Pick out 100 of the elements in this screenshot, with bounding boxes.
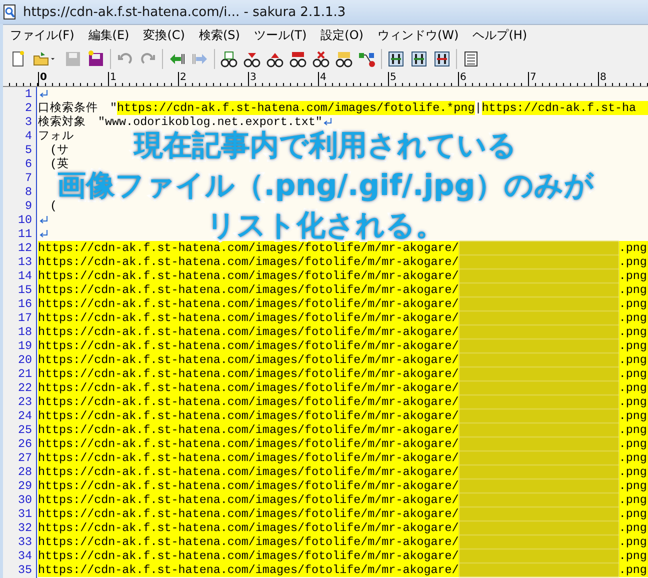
line-number: 21 xyxy=(16,367,33,381)
search-match: https://cdn-ak.f.st-ha xyxy=(482,101,648,115)
line-number: 20 xyxy=(16,353,33,367)
code-text: ( xyxy=(49,199,58,213)
settings-icon[interactable] xyxy=(410,50,428,68)
open-folder-icon[interactable] xyxy=(32,50,50,68)
search-match: https://cdn-ak.f.st-hatena.com/images/fotolife/m/mr-akogare/ xyxy=(38,493,459,507)
search-match: https://cdn-ak.f.st-hatena.com/images/fotolife/m/mr-akogare/ xyxy=(38,381,459,395)
caption-text: 画像ファイル（.png/.gif/.jpg）のみが xyxy=(56,171,594,199)
line-number: 34 xyxy=(16,549,33,563)
ruler-number: 4 xyxy=(318,72,388,86)
line-number: 28 xyxy=(16,465,33,479)
search-match: .png xyxy=(618,437,648,451)
search-match: https://cdn-ak.f.st-hatena.com/images/fotolife/m/mr-akogare/ xyxy=(38,339,459,353)
line-number: 3 xyxy=(24,115,33,129)
line-number: 16 xyxy=(16,297,33,311)
line-number: 4 xyxy=(24,129,33,143)
ruler-number: 0 xyxy=(38,72,108,86)
menu-item[interactable]: 変換(C) xyxy=(136,27,192,44)
search-match: https://cdn-ak.f.st-hatena.com/images/fotolife/m/mr-akogare/ xyxy=(38,241,459,255)
menu-item[interactable]: 検索(S) xyxy=(192,27,247,44)
search-match: https://cdn-ak.f.st-hatena.com/images/fotolife/m/mr-akogare/ xyxy=(38,367,459,381)
search-match: https://cdn-ak.f.st-hatena.com/images/fotolife/m/mr-akogare/ xyxy=(38,521,459,535)
search-match: https://cdn-ak.f.st-hatena.com/images/fotolife/m/mr-akogare/ xyxy=(38,269,459,283)
line-number: 15 xyxy=(16,283,33,297)
search-match: https://cdn-ak.f.st-hatena.com/images/fotolife/m/mr-akogare/ xyxy=(38,437,459,451)
line-number: 1 xyxy=(24,87,33,101)
search-match: .png xyxy=(618,409,648,423)
search-match: https://cdn-ak.f.st-hatena.com/images/fotolife/m/mr-akogare/ xyxy=(38,423,459,437)
search-match: https://cdn-ak.f.st-hatena.com/images/fotolife/m/mr-akogare/ xyxy=(38,535,459,549)
menu-item[interactable]: 編集(E) xyxy=(81,27,136,44)
app-icon xyxy=(3,4,17,20)
line-number: 17 xyxy=(16,311,33,325)
line-number: 11 xyxy=(16,227,33,241)
search-match: .png xyxy=(618,549,648,563)
line-number: 25 xyxy=(16,423,33,437)
line-number: 6 xyxy=(24,157,33,171)
line-number: 32 xyxy=(16,521,33,535)
menu-item[interactable]: 設定(O) xyxy=(314,27,370,44)
save-all-icon[interactable] xyxy=(87,50,105,68)
search-match: .png xyxy=(618,521,648,535)
line-number: 2 xyxy=(24,101,33,115)
clear-search-icon[interactable] xyxy=(312,50,330,68)
search-match: .png xyxy=(618,535,648,549)
settings-icon[interactable] xyxy=(387,50,405,68)
search-match: .png xyxy=(618,563,648,577)
search-match: https://cdn-ak.f.st-hatena.com/images/fotolife/m/mr-akogare/ xyxy=(38,325,459,339)
menu-item[interactable]: ヘルプ(H) xyxy=(466,27,534,44)
window-title: https://cdn-ak.f.st-hatena.com/i... - sakura 2.1.1.3 xyxy=(23,4,346,20)
search-match: .png xyxy=(618,507,648,521)
search-match: https://cdn-ak.f.st-hatena.com/images/fotolife/m/mr-akogare/ xyxy=(38,409,459,423)
replace-icon[interactable] xyxy=(289,50,307,68)
search-match: .png xyxy=(618,325,648,339)
line-number: 22 xyxy=(16,381,33,395)
jump-icon[interactable] xyxy=(358,50,376,68)
folder-search-icon[interactable] xyxy=(335,50,353,68)
search-down-icon[interactable] xyxy=(243,50,261,68)
line-number: 31 xyxy=(16,507,33,521)
search-match: .png xyxy=(618,339,648,353)
search-match: .png xyxy=(618,283,648,297)
code-text: (英 xyxy=(49,157,70,171)
code-text: 検索対象 "www.odorikoblog.net.export.txt" xyxy=(38,115,322,129)
line-number: 30 xyxy=(16,493,33,507)
line-number: 18 xyxy=(16,325,33,339)
search-match: https://cdn-ak.f.st-hatena.com/images/fotolife/m/mr-akogare/ xyxy=(38,465,459,479)
search-match: https://cdn-ak.f.st-hatena.com/images/fotolife/m/mr-akogare/ xyxy=(38,353,459,367)
caption-text: リスト化される。 xyxy=(206,211,444,239)
search-match: .png xyxy=(618,241,648,255)
ruler-number: 7 xyxy=(528,72,598,86)
ruler-number: 6 xyxy=(458,72,528,86)
search-match: .png xyxy=(618,311,648,325)
code-text: フォル xyxy=(38,129,74,143)
search-match: .png xyxy=(618,353,648,367)
search-match: .png xyxy=(618,367,648,381)
list-icon[interactable] xyxy=(462,50,480,68)
line-number: 5 xyxy=(24,143,33,157)
line-number: 35 xyxy=(16,563,33,577)
search-match: .png xyxy=(618,451,648,465)
line-number: 29 xyxy=(16,479,33,493)
ruler-number: 1 xyxy=(108,72,178,86)
search-match: .png xyxy=(618,395,648,409)
code-text: (サ xyxy=(49,143,70,157)
search-match: https://cdn-ak.f.st-hatena.com/images/fotolife/m/mr-akogare/ xyxy=(38,297,459,311)
search-match: https://cdn-ak.f.st-hatena.com/images/fotolife/m/mr-akogare/ xyxy=(38,283,459,297)
code-text: | xyxy=(474,101,482,115)
search-match: https://cdn-ak.f.st-hatena.com/images/fotolife/m/mr-akogare/ xyxy=(38,451,459,465)
line-number: 19 xyxy=(16,339,33,353)
search-match: https://cdn-ak.f.st-hatena.com/images/fotolife/m/mr-akogare/ xyxy=(38,311,459,325)
search-match: .png xyxy=(618,297,648,311)
menu-item[interactable]: ウィンドウ(W) xyxy=(370,27,466,44)
ruler-number: 2 xyxy=(178,72,248,86)
caption-text: 現在記事内で利用されている xyxy=(134,131,517,159)
search-match: .png xyxy=(618,269,648,283)
menu-item[interactable]: ファイル(F) xyxy=(3,27,82,44)
settings-icon[interactable] xyxy=(433,50,451,68)
ruler-number: 8 xyxy=(598,72,648,86)
search-icon[interactable] xyxy=(220,50,238,68)
menu-item[interactable]: ツール(T) xyxy=(246,27,314,44)
search-match: https://cdn-ak.f.st-hatena.com/images/fotolife/m/mr-akogare/ xyxy=(38,479,459,493)
line-number: 9 xyxy=(24,199,33,213)
